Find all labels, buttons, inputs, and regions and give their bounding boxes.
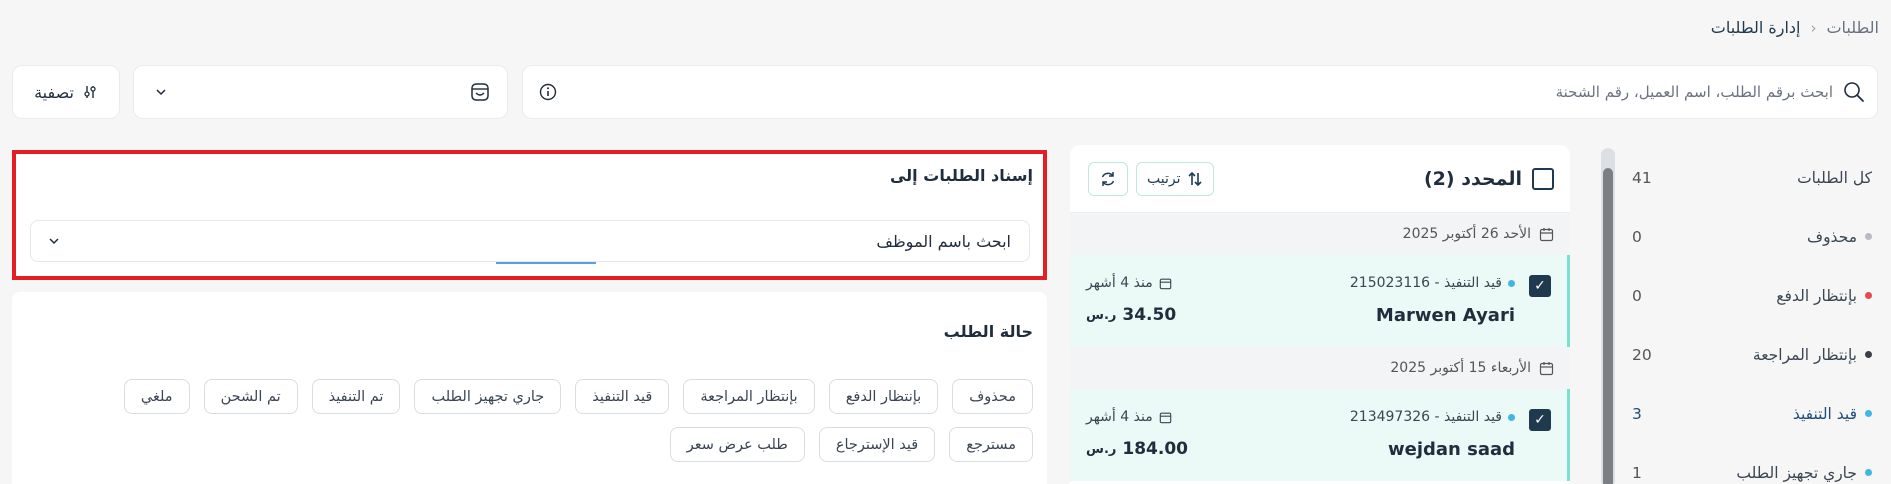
currency-symbol: ر.س <box>1086 441 1117 457</box>
customer-name: Marwen Ayari <box>1375 305 1515 326</box>
refresh-icon <box>1099 170 1117 188</box>
order-price-value: 34.50 <box>1122 305 1177 325</box>
sidebar-item-preparing[interactable]: جاري تجهيز الطلب 1 <box>1610 443 1872 484</box>
status-chip-deleted[interactable]: محذوف <box>952 379 1033 414</box>
sidebar-scrollbar-thumb[interactable] <box>1603 168 1613 484</box>
status-chip-awaiting-review[interactable]: بإنتظار المراجعة <box>683 379 815 414</box>
input-focus-underline <box>496 262 596 264</box>
sidebar-item-count: 20 <box>1632 345 1652 364</box>
order-card[interactable]: ✓ قيد التنفيذ - 215023116 Marwen Ayari م… <box>1070 255 1570 347</box>
sidebar-item-count: 3 <box>1632 404 1642 423</box>
order-status-title: حالة الطلب <box>943 322 1033 341</box>
order-time-text: منذ 4 أشهر <box>1086 409 1153 425</box>
status-chip-shipped[interactable]: تم الشحن <box>203 379 298 414</box>
status-dot <box>1865 292 1872 299</box>
info-icon[interactable] <box>539 83 557 101</box>
refresh-button[interactable] <box>1088 161 1128 196</box>
calendar-icon <box>1159 411 1172 424</box>
status-chip-cancelled[interactable]: ملغي <box>123 379 190 414</box>
store-select[interactable] <box>133 65 508 119</box>
order-time: منذ 4 أشهر <box>1086 409 1172 425</box>
calendar-icon <box>1539 227 1554 242</box>
breadcrumb-current: إدارة الطلبات <box>1710 18 1801 37</box>
order-status-text: قيد التنفيذ - 213497326 <box>1349 409 1502 425</box>
status-chip-preparing[interactable]: جاري تجهيز الطلب <box>414 379 562 414</box>
status-chip-quote-request[interactable]: طلب عرض سعر <box>669 427 805 462</box>
status-dot <box>1508 413 1515 421</box>
status-chip-completed[interactable]: تم التنفيذ <box>311 379 401 414</box>
employee-search-select[interactable]: ابحث باسم الموظف <box>30 220 1030 262</box>
search-input[interactable] <box>557 83 1833 101</box>
status-dot <box>1865 469 1872 476</box>
order-card[interactable]: ✓ قيد التنفيذ - 213497326 wejdan saad من… <box>1070 389 1570 481</box>
order-status-filter: حالة الطلب محذوف بإنتظار الدفع بإنتظار ا… <box>12 292 1047 484</box>
status-chip-awaiting-payment[interactable]: بإنتظار الدفع <box>828 379 939 414</box>
sidebar-item-awaiting-review[interactable]: بإنتظار المراجعة 20 <box>1610 325 1872 384</box>
status-dot <box>1865 410 1872 417</box>
status-dot <box>1865 351 1872 358</box>
status-dot <box>1508 279 1515 287</box>
customer-name: wejdan saad <box>1387 439 1515 460</box>
order-status: قيد التنفيذ - 213497326 <box>1350 409 1515 425</box>
date-group-header: الأربعاء 15 أكتوبر 2025 <box>1070 347 1570 389</box>
select-all-checkbox[interactable] <box>1532 167 1554 190</box>
order-checkbox[interactable]: ✓ <box>1529 409 1551 431</box>
order-time-text: منذ 4 أشهر <box>1086 275 1153 291</box>
chevron-down-icon <box>47 234 61 248</box>
sliders-icon <box>82 84 98 100</box>
sort-arrows-icon <box>1187 171 1203 187</box>
calendar-icon <box>1539 361 1554 376</box>
sidebar-item-count: 1 <box>1632 463 1642 482</box>
status-chip-returning[interactable]: قيد الإسترجاع <box>818 427 936 462</box>
sidebar-item-awaiting-payment[interactable]: بإنتظار الدفع 0 <box>1610 266 1872 325</box>
employee-search-placeholder: ابحث باسم الموظف <box>876 231 1011 251</box>
sidebar-item-count: 41 <box>1632 168 1652 187</box>
assign-orders-title: إسناد الطلبات إلى <box>889 166 1033 185</box>
calendar-icon <box>1159 277 1172 290</box>
store-icon <box>469 81 491 103</box>
breadcrumb-orders-link[interactable]: الطلبات <box>1826 18 1879 37</box>
date-group-label: الأربعاء 15 أكتوبر 2025 <box>1390 360 1531 376</box>
order-price-value: 184.00 <box>1122 439 1188 459</box>
status-dot <box>1865 233 1872 240</box>
sidebar-item-label: محذوف <box>1807 227 1857 246</box>
order-status: قيد التنفيذ - 215023116 <box>1350 275 1515 291</box>
filter-button[interactable]: تصفية <box>12 65 120 119</box>
sort-label: ترتيب <box>1147 170 1181 187</box>
breadcrumb: الطلبات › إدارة الطلبات <box>1711 18 1879 37</box>
status-sidebar: كل الطلبات 41 محذوف 0 بإنتظار الدفع 0 بإ… <box>1610 148 1872 484</box>
sort-button[interactable]: ترتيب <box>1136 161 1214 196</box>
assign-orders-panel: إسناد الطلبات إلى ابحث باسم الموظف <box>12 150 1047 280</box>
order-status-text: قيد التنفيذ - 215023116 <box>1349 275 1502 291</box>
currency-symbol: ر.س <box>1086 307 1117 323</box>
status-chip-in-progress[interactable]: قيد التنفيذ <box>575 379 670 414</box>
status-chip-returned[interactable]: مسترجع <box>949 427 1033 462</box>
order-time: منذ 4 أشهر <box>1086 275 1172 291</box>
search-bar <box>522 65 1878 119</box>
sidebar-item-deleted[interactable]: محذوف 0 <box>1610 207 1872 266</box>
sidebar-item-label: بإنتظار المراجعة <box>1752 345 1857 364</box>
status-chip-group: محذوف بإنتظار الدفع بإنتظار المراجعة قيد… <box>33 379 1033 462</box>
order-checkbox[interactable]: ✓ <box>1529 275 1551 297</box>
sidebar-item-all-orders[interactable]: كل الطلبات 41 <box>1610 148 1872 207</box>
sidebar-item-label: بإنتظار الدفع <box>1776 286 1857 305</box>
orders-header: ترتيب المحدد (2) <box>1070 145 1570 213</box>
search-icon <box>1843 81 1865 103</box>
order-price: ر.س 34.50 <box>1086 305 1176 325</box>
selected-count-label: المحدد (2) <box>1423 167 1522 190</box>
select-all[interactable]: المحدد (2) <box>1423 167 1554 190</box>
chevron-left-icon: › <box>1810 18 1817 37</box>
sidebar-item-in-progress[interactable]: قيد التنفيذ 3 <box>1610 384 1872 443</box>
date-group-header: الأحد 26 أكتوبر 2025 <box>1070 213 1570 255</box>
sidebar-item-label: قيد التنفيذ <box>1792 404 1857 423</box>
orders-list: ترتيب المحدد (2) الأحد 26 أكتوبر 2025 ✓ … <box>1070 145 1570 484</box>
sidebar-item-count: 0 <box>1632 227 1642 246</box>
sidebar-item-label: كل الطلبات <box>1797 168 1872 187</box>
sidebar-item-count: 0 <box>1632 286 1642 305</box>
order-price: ر.س 184.00 <box>1086 439 1188 459</box>
date-group-label: الأحد 26 أكتوبر 2025 <box>1402 226 1531 242</box>
filter-label: تصفية <box>34 82 74 102</box>
chevron-down-icon <box>154 85 168 99</box>
sidebar-item-label: جاري تجهيز الطلب <box>1736 463 1857 482</box>
